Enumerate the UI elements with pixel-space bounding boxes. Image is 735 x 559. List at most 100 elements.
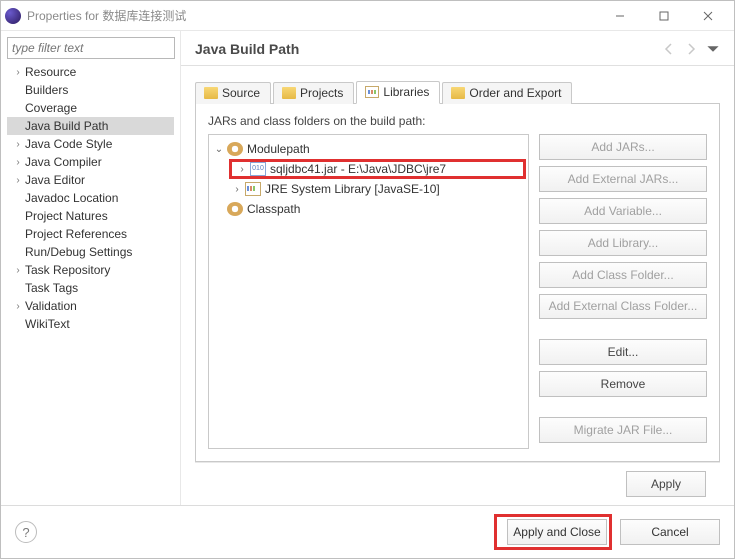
buildpath-action-button: Add Variable... — [539, 198, 707, 224]
sidebar-item-label: Task Repository — [25, 263, 110, 277]
sidebar-item-label: Project Natures — [25, 209, 108, 223]
tab-label: Order and Export — [469, 86, 561, 100]
buildpath-tree-row[interactable]: ⌄ Modulepath — [211, 139, 526, 159]
apply-and-close-button[interactable]: Apply and Close — [507, 519, 607, 545]
sidebar: ›ResourceBuildersCoverageJava Build Path… — [1, 31, 181, 505]
buildpath-action-button: Add Library... — [539, 230, 707, 256]
sidebar-item[interactable]: Run/Debug Settings — [7, 243, 174, 261]
filter-input[interactable] — [7, 37, 175, 59]
content-area: Java Build Path Source Projects Libraries O… — [181, 31, 734, 505]
nav-back-icon[interactable] — [662, 42, 676, 56]
eclipse-icon — [5, 8, 21, 24]
sidebar-tree: ›ResourceBuildersCoverageJava Build Path… — [7, 63, 174, 499]
window-title: Properties for 数据库连接测试 — [27, 7, 598, 24]
dialog-body: ›ResourceBuildersCoverageJava Build Path… — [1, 31, 734, 505]
dialog-footer: ? Apply and Close Cancel — [1, 505, 734, 558]
buildpath-action-button: Add External Class Folder... — [539, 294, 707, 320]
content-header: Java Build Path — [181, 31, 734, 66]
buildpath-button-column: Add JARs... Add External JARs... Add Varia… — [539, 134, 707, 449]
sidebar-item-label: Java Compiler — [25, 155, 102, 169]
sidebar-item[interactable]: ›Java Code Style — [7, 135, 174, 153]
tree-twisty-icon: ⌄ — [211, 144, 227, 155]
tab[interactable]: Source — [195, 82, 271, 104]
tab-body-libraries: JARs and class folders on the build path… — [195, 104, 720, 462]
sidebar-item[interactable]: Coverage — [7, 99, 174, 117]
cancel-button[interactable]: Cancel — [620, 519, 720, 545]
nav-menu-icon[interactable] — [706, 42, 720, 56]
buildpath-tree-label: sqljdbc41.jar - E:\Java\JDBC\jre7 — [270, 162, 446, 176]
sidebar-item-label: Java Code Style — [25, 137, 112, 151]
tree-twisty-icon: › — [229, 184, 245, 195]
titlebar: Properties for 数据库连接测试 — [1, 1, 734, 31]
buildpath-action-button: Add JARs... — [539, 134, 707, 160]
chevron-right-icon: › — [11, 175, 25, 186]
main-panel: SourceProjectsLibrariesOrder and Export … — [181, 66, 734, 505]
tab-label: Source — [222, 86, 260, 100]
jre-icon — [245, 182, 261, 196]
libraries-description: JARs and class folders on the build path… — [208, 114, 707, 128]
tab[interactable]: Projects — [273, 82, 354, 104]
page-title: Java Build Path — [195, 41, 654, 57]
sidebar-item[interactable]: ›Task Repository — [7, 261, 174, 279]
proj-icon — [282, 87, 296, 99]
tab-label: Projects — [300, 86, 343, 100]
sidebar-item-label: Java Build Path — [25, 119, 108, 133]
apply-button[interactable]: Apply — [626, 471, 706, 497]
sidebar-item[interactable]: ›Java Editor — [7, 171, 174, 189]
close-button[interactable] — [686, 2, 730, 30]
sidebar-item[interactable]: Builders — [7, 81, 174, 99]
sidebar-item-label: Resource — [25, 65, 76, 79]
buildpath-tree-label: Modulepath — [247, 142, 310, 156]
buildpath-tree[interactable]: ⌄Modulepath›010sqljdbc41.jar - E:\Java\J… — [208, 134, 529, 449]
sidebar-item-label: WikiText — [25, 317, 70, 331]
folder-icon — [204, 87, 218, 99]
sidebar-item-label: Java Editor — [25, 173, 85, 187]
buildpath-action-button[interactable]: Remove — [539, 371, 707, 397]
buildpath-action-button: Add External JARs... — [539, 166, 707, 192]
chevron-right-icon: › — [11, 139, 25, 150]
sidebar-item[interactable]: Project References — [7, 225, 174, 243]
sidebar-item[interactable]: Project Natures — [7, 207, 174, 225]
sidebar-item-label: Validation — [25, 299, 77, 313]
sidebar-item-label: Run/Debug Settings — [25, 245, 132, 259]
tab[interactable]: Order and Export — [442, 82, 572, 104]
buildpath-action-button: Add Class Folder... — [539, 262, 707, 288]
buildpath-action-button[interactable]: Edit... — [539, 339, 707, 365]
sidebar-item-label: Builders — [25, 83, 68, 97]
tab-label: Libraries — [383, 85, 429, 99]
buildpath-tree-row[interactable]: ›JRE System Library [JavaSE-10] — [211, 179, 526, 199]
mod-icon — [227, 142, 243, 156]
highlight-apply-close: Apply and Close — [494, 514, 612, 550]
sidebar-item[interactable]: ›Java Compiler — [7, 153, 174, 171]
lib-icon — [365, 86, 379, 98]
order-icon — [451, 87, 465, 99]
cls-icon — [227, 202, 243, 216]
sidebar-item[interactable]: Javadoc Location — [7, 189, 174, 207]
buildpath-tree-row[interactable]: Classpath — [211, 199, 526, 219]
nav-forward-icon[interactable] — [684, 42, 698, 56]
chevron-right-icon: › — [11, 265, 25, 276]
tab[interactable]: Libraries — [356, 81, 440, 104]
buildpath-action-button: Migrate JAR File... — [539, 417, 707, 443]
sidebar-item[interactable]: ›Resource — [7, 63, 174, 81]
libraries-split: ⌄Modulepath›010sqljdbc41.jar - E:\Java\J… — [208, 134, 707, 449]
chevron-right-icon: › — [11, 157, 25, 168]
minimize-button[interactable] — [598, 2, 642, 30]
sidebar-item-label: Task Tags — [25, 281, 78, 295]
chevron-right-icon: › — [11, 301, 25, 312]
tab-bar: Source Projects Libraries Order and Export — [195, 80, 720, 104]
buildpath-tree-label: Classpath — [247, 202, 300, 216]
sidebar-item[interactable]: WikiText — [7, 315, 174, 333]
sidebar-item[interactable]: ›Validation — [7, 297, 174, 315]
highlighted-jar-row[interactable]: ›010 sqljdbc41.jar - E:\Java\JDBC\jre7 — [229, 159, 526, 179]
sidebar-item-label: Javadoc Location — [25, 191, 118, 205]
tree-twisty-icon: › — [234, 164, 250, 175]
sidebar-item[interactable]: Java Build Path — [7, 117, 174, 135]
properties-dialog: Properties for 数据库连接测试 ›ResourceBuilders… — [0, 0, 735, 559]
apply-row: Apply — [195, 462, 720, 505]
sidebar-item[interactable]: Task Tags — [7, 279, 174, 297]
help-button[interactable]: ? — [15, 521, 37, 543]
chevron-right-icon: › — [11, 67, 25, 78]
maximize-button[interactable] — [642, 2, 686, 30]
jar-icon: 010 — [250, 162, 266, 176]
